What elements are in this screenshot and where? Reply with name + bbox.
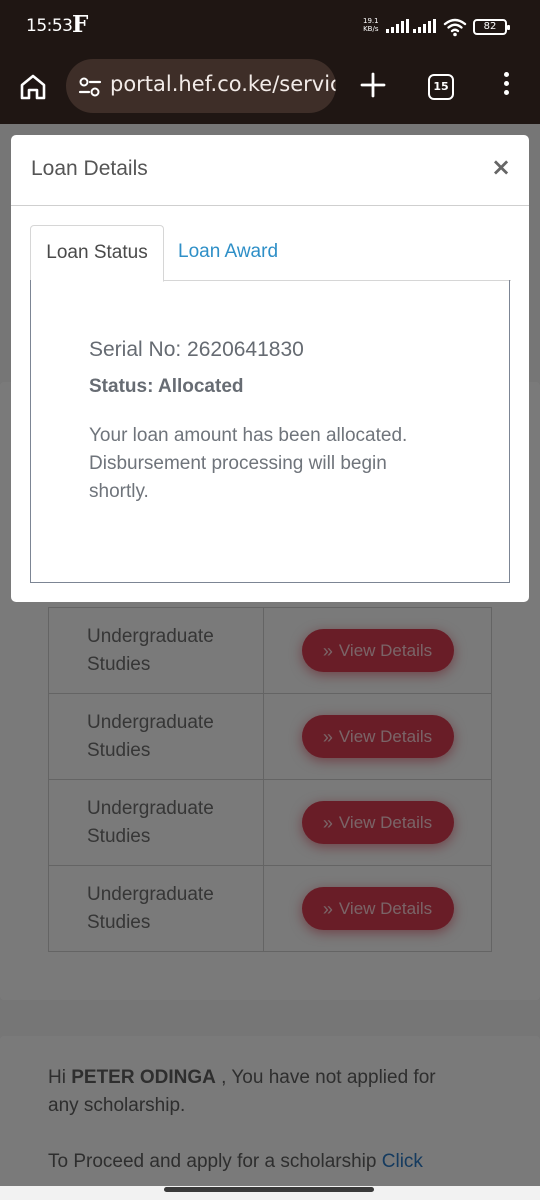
- loan-details-modal: Loan Details × Loan Status Loan Award Se…: [11, 135, 529, 602]
- modal-title: Loan Details: [31, 157, 148, 180]
- tab-loan-status[interactable]: Loan Status: [30, 225, 164, 282]
- url-bar[interactable]: portal.hef.co.ke/servic: [66, 59, 336, 113]
- status-message: Your loan amount has been allocated. Dis…: [89, 425, 408, 502]
- modal-tabs: Loan Status Loan Award: [30, 225, 511, 282]
- loan-status-panel: Serial No: 2620641830 Status: Allocated …: [30, 280, 510, 583]
- modal-header: Loan Details ×: [11, 135, 529, 206]
- browser-toolbar: portal.hef.co.ke/servic 15: [0, 56, 540, 124]
- home-icon[interactable]: [18, 72, 48, 102]
- close-icon[interactable]: ×: [491, 153, 511, 181]
- network-speed: 19.1 KB/s: [363, 17, 379, 33]
- url-text[interactable]: portal.hef.co.ke/servic: [110, 72, 336, 96]
- gesture-handle[interactable]: [164, 1187, 374, 1192]
- tab-loan-award[interactable]: Loan Award: [178, 225, 278, 281]
- status-label: Status: Allocated: [89, 376, 244, 397]
- site-settings-icon[interactable]: [78, 76, 102, 98]
- battery-icon: 82: [473, 19, 510, 35]
- notification-app-icon: F: [72, 11, 89, 38]
- serial-number: Serial No: 2620641830: [89, 338, 304, 361]
- tab-switcher-button[interactable]: 15: [428, 74, 454, 100]
- new-tab-icon[interactable]: [359, 71, 387, 99]
- signal-icon: [413, 19, 436, 33]
- clock: 15:53: [26, 16, 73, 36]
- more-menu-icon[interactable]: [504, 72, 510, 99]
- status-bar: 15:53 F 19.1 KB/s 82: [0, 0, 540, 56]
- signal-icon: [386, 19, 409, 33]
- wifi-icon: [443, 18, 467, 37]
